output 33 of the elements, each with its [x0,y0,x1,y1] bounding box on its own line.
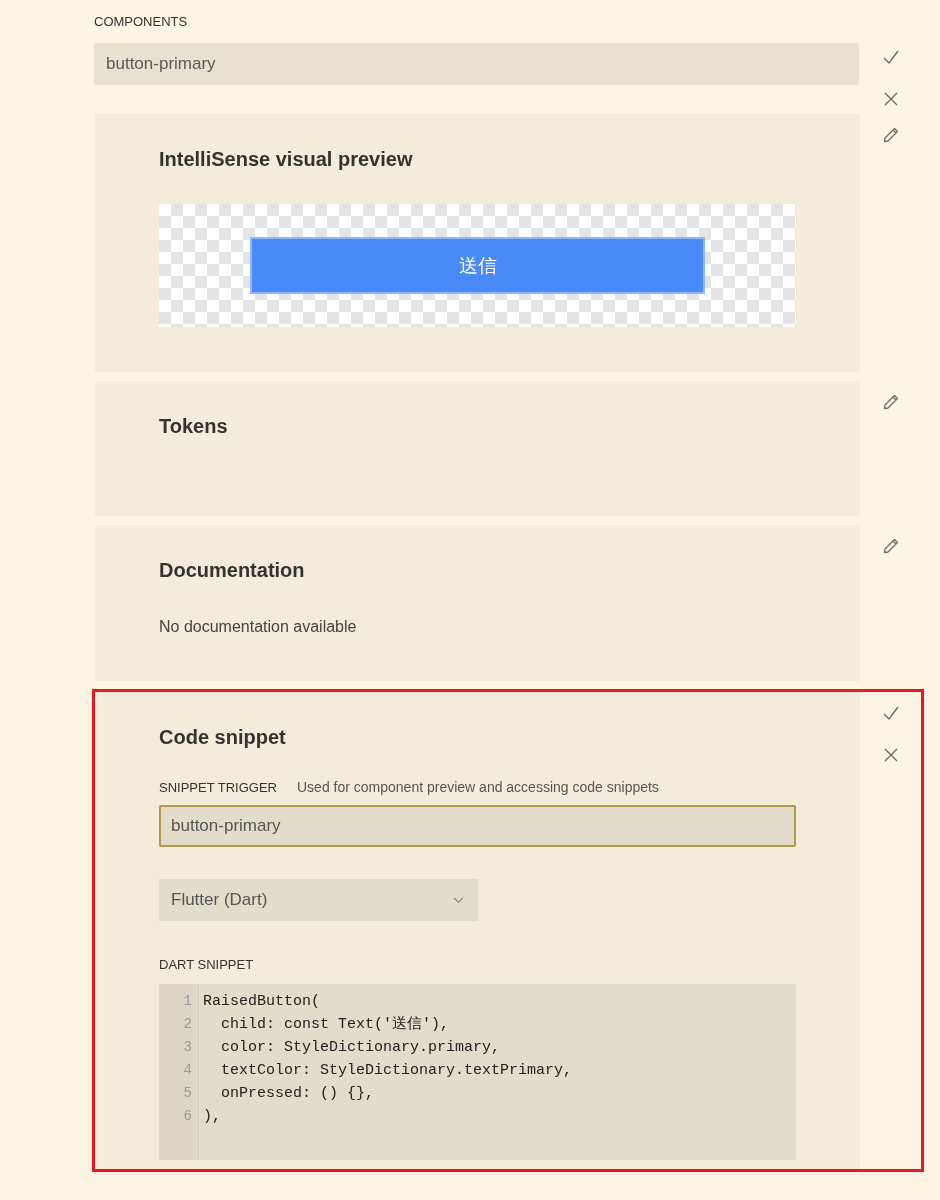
line-number: 4 [182,1061,193,1080]
code-line: ), [203,1107,221,1127]
field-label: DART SNIPPET [159,957,254,972]
line-number: 3 [182,1038,193,1057]
pencil-icon[interactable] [881,393,900,411]
section-title: Tokens [159,415,228,438]
code-line: child: const Text('送信'), [220,1015,450,1035]
section-label: COMPONENTS [94,14,188,29]
section-title: Documentation [159,559,305,582]
check-icon[interactable] [882,48,900,66]
documentation-text: No documentation available [159,618,358,636]
trigger-field[interactable]: button-primary [159,805,796,847]
code-line: RaisedButton( [203,992,321,1012]
chevron-down-icon [453,896,464,904]
line-number: 1 [182,992,193,1011]
code-editor[interactable]: 1 2 3 4 5 6 RaisedButton( child: const Text('送信'), color: StyleDictionary.primary, textColor: StyleDictionary.textPrimary, onPressed: () {}, ), [159,984,796,1160]
component-field[interactable]: button-primary [94,43,859,85]
line-number: 2 [182,1015,193,1034]
pencil-icon[interactable] [881,126,900,144]
field-label: SNIPPET TRIGGER [159,780,277,795]
section-title: IntelliSense visual preview [159,148,413,171]
language-dropdown[interactable]: Flutter (Dart) [159,879,478,921]
code-line: color: StyleDictionary.primary, [220,1038,501,1058]
field-hint: Used for component preview and accessing code snippets [297,779,659,795]
code-line: onPressed: () {}, [220,1084,375,1104]
preview-button[interactable]: 送信 [250,237,705,294]
close-icon[interactable] [882,90,900,108]
code-line: textColor: StyleDictionary.textPrimary, [220,1061,573,1081]
section-title: Code snippet [159,726,286,749]
pencil-icon[interactable] [881,537,900,555]
check-icon[interactable] [881,704,900,722]
line-number: 5 [182,1084,193,1103]
line-number: 6 [182,1107,193,1126]
